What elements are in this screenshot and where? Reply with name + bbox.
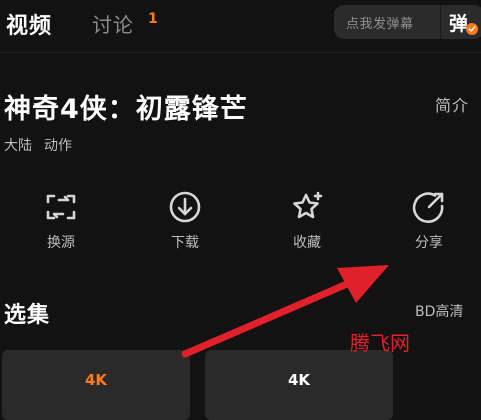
- episode-label: 4K: [287, 371, 311, 389]
- meta-region: 大陆: [4, 138, 32, 154]
- download-label: 下载: [171, 235, 199, 251]
- tab-discuss[interactable]: 讨论: [92, 9, 134, 38]
- tab-video[interactable]: 视频: [6, 8, 52, 40]
- danmaku-input[interactable]: 点我发弹幕: [346, 13, 414, 32]
- favorite-label: 收藏: [293, 235, 321, 251]
- favorite-star-icon: [293, 191, 323, 219]
- danmaku-toggle-button[interactable]: 弹: [449, 9, 468, 36]
- favorite-button[interactable]: 收藏: [267, 190, 347, 252]
- header-divider: [0, 52, 481, 53]
- download-button[interactable]: 下载: [145, 190, 225, 252]
- share-button[interactable]: 分享: [389, 190, 469, 252]
- intro-link[interactable]: 简介: [435, 92, 469, 116]
- danmaku-divider: [440, 5, 441, 39]
- episode-label: 4K: [84, 371, 108, 389]
- meta-genre: 动作: [44, 138, 72, 154]
- danmaku-on-check-icon: [466, 23, 478, 35]
- download-icon: [169, 191, 201, 223]
- episodes-heading: 选集: [4, 303, 51, 328]
- quality-selector[interactable]: BD高清: [415, 301, 463, 321]
- share-icon: [412, 192, 444, 223]
- page-title: 神奇4侠：初露锋芒: [4, 94, 248, 125]
- discuss-count-badge: 1: [148, 11, 158, 27]
- watermark-text: 腾飞网: [350, 331, 410, 355]
- switch-source-icon: [46, 194, 76, 220]
- share-label: 分享: [415, 235, 443, 251]
- switch-source-button[interactable]: 换源: [21, 190, 101, 252]
- switch-source-label: 换源: [47, 235, 75, 251]
